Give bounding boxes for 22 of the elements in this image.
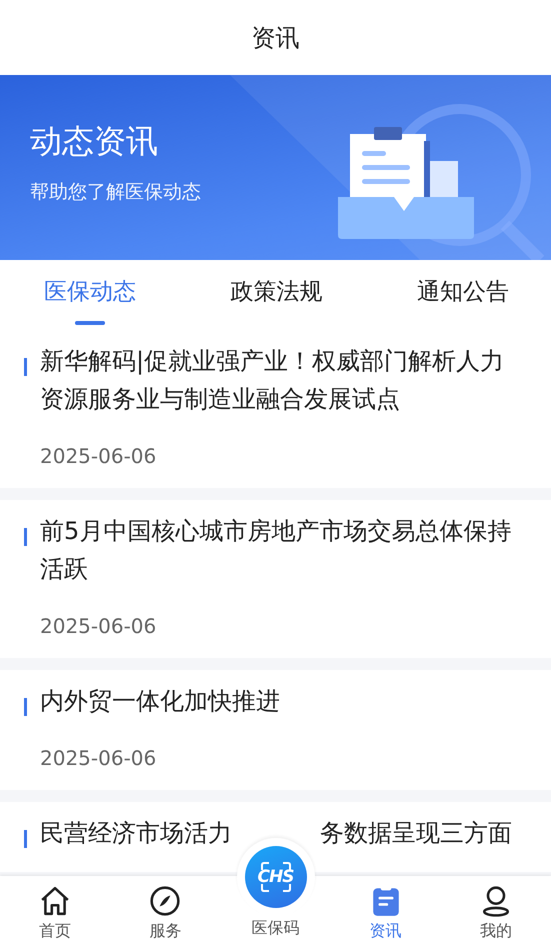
compass-icon (149, 885, 182, 917)
home-icon (39, 885, 72, 917)
nav-tab[interactable]: 资讯 (330, 876, 441, 949)
nav-tab[interactable]: 首页 (0, 876, 110, 949)
document-tray-icon (338, 127, 474, 239)
news-title: 务数据呈现三方面 (320, 818, 512, 849)
news-title: 前5月中国核心城市房地产市场交易总体保持活跃 (40, 516, 512, 585)
nav-tab[interactable]: 我的 (440, 876, 551, 949)
news-title: 新华解码|促就业强产业！权威部门解析人力资源服务业与制造业融合发展试点 (40, 346, 506, 415)
nav-tab[interactable]: 服务 (110, 876, 220, 949)
category-tab[interactable]: 政策法规 (230, 260, 322, 330)
news-title: 民营经济市场活力 (40, 818, 232, 849)
banner-subtitle: 帮助您了解医保动态 (30, 180, 201, 205)
news-title: 内外贸一体化加快推进 (40, 686, 280, 717)
news-date: 2025-06-06 (40, 444, 158, 468)
nav-label[interactable]: 医保码 (252, 918, 300, 939)
page-title: 资讯 (252, 22, 300, 54)
news-date: 2025-06-06 (40, 614, 158, 638)
news-date: 2025-06-06 (40, 746, 158, 770)
category-tab[interactable]: 医保动态 (44, 260, 136, 330)
banner-title: 动态资讯 (30, 121, 159, 161)
category-tab[interactable]: 通知公告 (417, 260, 509, 330)
